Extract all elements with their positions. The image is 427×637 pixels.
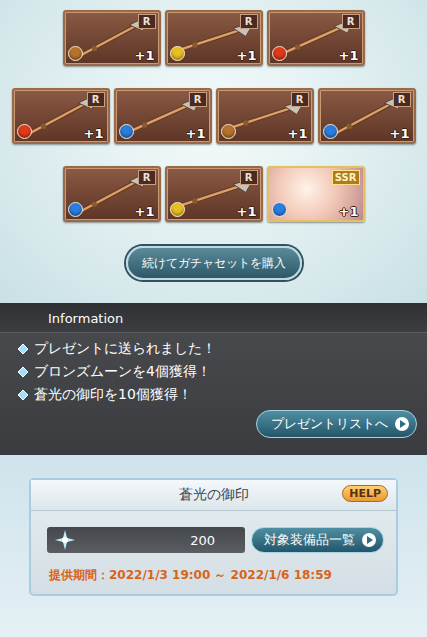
information-list: プレゼントに送られました！ ブロンズムーンを4個獲得！ 蒼光の御印を10個獲得！ (0, 333, 427, 404)
result-card[interactable]: R +1 (63, 10, 161, 66)
result-row: R +1 R +1 SSR +1 (63, 166, 365, 222)
result-card[interactable]: R +1 (114, 88, 212, 144)
amount-value: 200 (190, 533, 215, 548)
count-label: +1 (237, 204, 257, 219)
diamond-icon (18, 367, 28, 377)
count-label: +1 (135, 48, 155, 63)
information-item: 蒼光の御印を10個獲得！ (18, 385, 427, 404)
rarity-badge: R (240, 170, 258, 185)
result-card[interactable]: R +1 (12, 88, 110, 144)
equipment-list-button[interactable]: 対象装備品一覧 (251, 527, 384, 553)
result-card[interactable]: R +1 (267, 10, 365, 66)
result-row: R +1 R +1 R +1 (63, 10, 365, 66)
count-label: +1 (288, 126, 308, 141)
present-list-button[interactable]: プレゼントリストへ (256, 410, 417, 438)
rarity-badge: R (240, 14, 258, 29)
element-icon (17, 124, 32, 139)
count-label: +1 (339, 48, 359, 63)
element-icon (68, 46, 83, 61)
gacha-result-page: R +1 R +1 R +1 R +1 R +1 R +1 R +1 R +1 R +1 SSR +1 続けてガチャセッ… (0, 0, 427, 637)
count-label: +1 (135, 204, 155, 219)
rarity-badge: R (291, 92, 309, 107)
rarity-badge: SSR (332, 170, 360, 185)
result-card[interactable]: R +1 (165, 10, 263, 66)
rarity-badge: R (138, 14, 156, 29)
information-panel: Information プレゼントに送られました！ ブロンズムーンを4個獲得！ 蒼光の… (0, 303, 427, 455)
element-icon (170, 202, 185, 217)
count-label: +1 (390, 126, 410, 141)
rarity-badge: R (138, 170, 156, 185)
element-icon (119, 124, 134, 139)
result-card[interactable]: SSR +1 (267, 166, 365, 222)
crest-icon (55, 530, 75, 550)
period-text: 提供期間：2022/1/3 19:00 ～ 2022/1/6 18:59 (31, 553, 396, 584)
currency-title-bar: 蒼光の御印 HELP (31, 480, 396, 511)
element-icon (68, 202, 83, 217)
currency-section: 蒼光の御印 HELP 200 対象装備品一覧提供期間：2022/1/3 19:00 ～… (0, 455, 427, 637)
rarity-badge: R (189, 92, 207, 107)
count-label: +1 (84, 126, 104, 141)
result-card[interactable]: R +1 (63, 166, 161, 222)
repeat-gacha-button[interactable]: 続けてガチャセットを購入 (126, 246, 302, 280)
result-card[interactable]: R +1 (318, 88, 416, 144)
information-item: プレゼントに送られました！ (18, 339, 427, 358)
result-card[interactable]: R +1 (216, 88, 314, 144)
gacha-results: R +1 R +1 R +1 R +1 R +1 R +1 R +1 R +1 R +1 SSR +1 続けてガチャセッ… (0, 0, 427, 303)
element-icon (323, 124, 338, 139)
help-button[interactable]: HELP (342, 485, 388, 502)
information-header: Information (0, 303, 427, 333)
rarity-badge: R (393, 92, 411, 107)
rarity-badge: R (342, 14, 360, 29)
currency-panel: 蒼光の御印 HELP 200 対象装備品一覧提供期間：2022/1/3 19:00 ～… (29, 478, 398, 596)
result-card[interactable]: R +1 (165, 166, 263, 222)
count-label: +1 (339, 204, 359, 219)
currency-title: 蒼光の御印 (179, 486, 249, 504)
arrow-icon (361, 532, 377, 548)
information-item: ブロンズムーンを4個獲得！ (18, 362, 427, 381)
count-label: +1 (186, 126, 206, 141)
element-icon (221, 124, 236, 139)
rarity-badge: R (87, 92, 105, 107)
element-icon (170, 46, 185, 61)
arrow-icon (394, 416, 410, 432)
element-icon (272, 46, 287, 61)
amount-field: 200 (47, 527, 245, 553)
diamond-icon (18, 390, 28, 400)
element-icon (272, 202, 287, 217)
count-label: +1 (237, 48, 257, 63)
diamond-icon (18, 344, 28, 354)
result-row: R +1 R +1 R +1 R +1 (12, 88, 416, 144)
